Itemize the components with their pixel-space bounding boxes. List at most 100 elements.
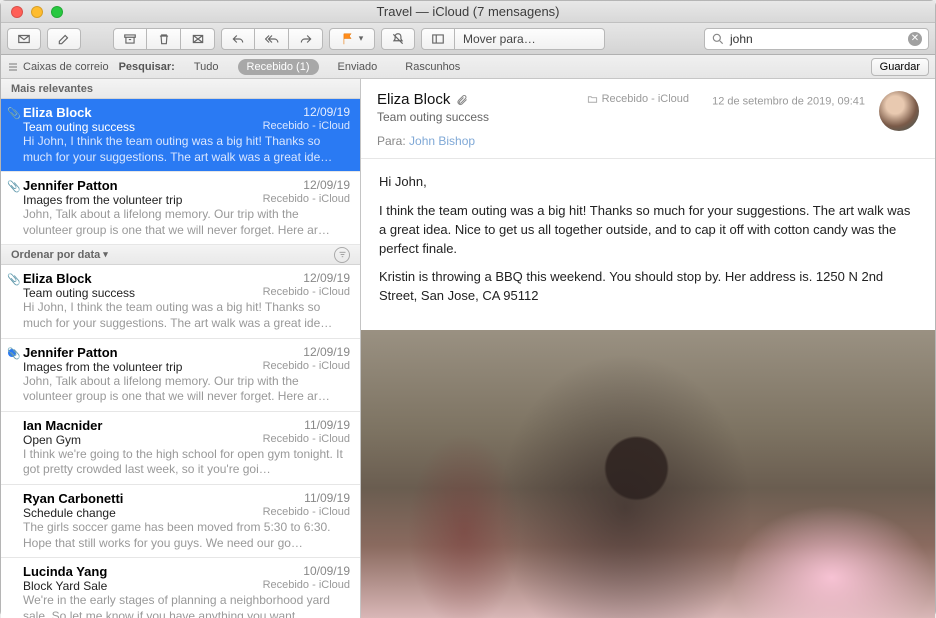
mailboxes-label: Caixas de correio: [23, 61, 109, 73]
body-paragraph: I think the team outing was a big hit! T…: [379, 202, 917, 259]
zoom-window-button[interactable]: [51, 6, 63, 18]
scope-bar: Caixas de correio Pesquisar: Tudo Recebi…: [1, 55, 935, 79]
message-row[interactable]: Ian Macnider11/09/19Open GymRecebido - i…: [1, 412, 360, 485]
message-sender: Eliza Block: [23, 271, 92, 286]
sidebar-toggle-button[interactable]: [421, 28, 455, 50]
minimize-window-button[interactable]: [31, 6, 43, 18]
message-row[interactable]: 📎Jennifer Patton12/09/19Images from the …: [1, 339, 360, 412]
message-row[interactable]: Lucinda Yang 10/09/19 Block Yard Sale Receb…: [1, 558, 360, 618]
flag-button[interactable]: ▾: [329, 28, 375, 50]
paperclip-icon: 📎: [7, 273, 21, 286]
clear-search-button[interactable]: ✕: [908, 32, 922, 46]
message-subject: Team outing success: [23, 286, 135, 300]
chevron-down-icon: ▾: [359, 33, 364, 44]
reader-timestamp: 12 de setembro de 2019, 09:41: [712, 96, 865, 108]
search-field[interactable]: john ✕: [704, 28, 929, 50]
message-row[interactable]: 📎Eliza Block 12/09/19 Team outing success R…: [1, 265, 360, 338]
message-folder: Recebido - iCloud: [263, 286, 350, 300]
message-sender: Jennifer Patton: [23, 345, 118, 360]
message-folder: Recebido - iCloud: [263, 120, 350, 134]
forward-button[interactable]: [289, 28, 323, 50]
reply-all-icon: [265, 32, 279, 46]
message-folder: Recebido - iCloud: [263, 193, 350, 207]
scope-drafts[interactable]: Rascunhos: [396, 59, 469, 75]
reply-icon: [231, 32, 245, 46]
sidebar-icon: [431, 32, 445, 46]
reader-body: Hi John, I think the team outing was a b…: [361, 159, 935, 330]
reply-button[interactable]: [221, 28, 255, 50]
message-date: 10/09/19: [303, 564, 350, 579]
save-search-button[interactable]: Guardar: [871, 58, 929, 76]
archive-button[interactable]: [113, 28, 147, 50]
message-date: 12/09/19: [303, 105, 350, 120]
forward-icon: [299, 32, 313, 46]
window-controls: [1, 6, 63, 18]
message-sender: Lucinda Yang: [23, 564, 107, 579]
get-mail-button[interactable]: [7, 28, 41, 50]
reply-all-button[interactable]: [255, 28, 289, 50]
message-subject: Images from the volunteer trip: [23, 193, 182, 207]
message-subject: Block Yard Sale: [23, 579, 107, 593]
archive-icon: [123, 32, 137, 46]
scope-inbox[interactable]: Recebido (1): [238, 59, 319, 75]
move-to-label: Mover para…: [463, 32, 536, 46]
reader-folder[interactable]: Recebido - iCloud: [587, 93, 689, 105]
message-row[interactable]: 📎Eliza Block12/09/19Team outing successR…: [1, 99, 360, 172]
message-folder: Recebido - iCloud: [263, 506, 350, 520]
move-to-dropdown[interactable]: Mover para…: [455, 28, 605, 50]
mailboxes-button[interactable]: Caixas de correio: [7, 61, 109, 73]
search-query: john: [730, 32, 753, 46]
filter-button[interactable]: [334, 247, 350, 263]
message-date: 12/09/19: [303, 178, 350, 193]
sort-button[interactable]: Ordenar por data ▾: [11, 249, 108, 261]
envelope-icon: [17, 32, 31, 46]
message-subject: Team outing success: [23, 120, 135, 134]
message-reader: Eliza Block Team outing success Recebido…: [361, 79, 935, 618]
section-sort-header: Ordenar por data ▾: [1, 245, 360, 265]
message-preview: We're in the early stages of planning a …: [23, 593, 350, 618]
message-subject: Open Gym: [23, 433, 81, 447]
attachment-image[interactable]: [361, 330, 935, 618]
message-preview: Hi John, I think the team outing was a b…: [23, 300, 350, 331]
message-preview: John, Talk about a lifelong memory. Our …: [23, 207, 350, 238]
scope-sent[interactable]: Enviado: [329, 59, 387, 75]
paperclip-icon: 📎: [7, 180, 21, 193]
titlebar: Travel — iCloud (7 mensagens): [1, 1, 935, 23]
message-folder: Recebido - iCloud: [263, 579, 350, 593]
body-paragraph: Kristin is throwing a BBQ this weekend. …: [379, 268, 917, 306]
message-folder: Recebido - iCloud: [263, 360, 350, 374]
delete-button[interactable]: [147, 28, 181, 50]
message-date: 11/09/19: [304, 418, 350, 433]
sender-avatar[interactable]: [879, 91, 919, 131]
junk-button[interactable]: [181, 28, 215, 50]
message-row[interactable]: 📎Jennifer Patton 12/09/19 Images from the …: [1, 172, 360, 245]
message-date: 11/09/19: [304, 491, 350, 506]
reader-recipient[interactable]: John Bishop: [409, 134, 475, 148]
chevron-down-icon: ▾: [103, 249, 108, 260]
message-subject: Schedule change: [23, 506, 116, 520]
message-row[interactable]: Ryan Carbonetti11/09/19Schedule changeRe…: [1, 485, 360, 558]
message-list: Mais relevantes 📎Eliza Block12/09/19Team…: [1, 79, 361, 618]
message-preview: Hi John, I think the team outing was a b…: [23, 134, 350, 165]
reader-meta: Recebido - iCloud 12 de setembro de 2019…: [587, 93, 865, 108]
message-sender: Jennifer Patton: [23, 178, 118, 193]
message-preview: I think we're going to the high school f…: [23, 447, 350, 478]
reader-subject: Team outing success: [377, 110, 919, 124]
folder-icon: [587, 94, 598, 105]
close-window-button[interactable]: [11, 6, 23, 18]
body-paragraph: Hi John,: [379, 173, 917, 192]
message-date: 12/09/19: [303, 271, 350, 286]
paperclip-icon: [456, 94, 468, 106]
reader-header: Eliza Block Team outing success Recebido…: [361, 79, 935, 159]
window-title: Travel — iCloud (7 mensagens): [376, 4, 559, 19]
mute-button[interactable]: [381, 28, 415, 50]
message-preview: John, Talk about a lifelong memory. Our …: [23, 374, 350, 405]
scope-all[interactable]: Tudo: [185, 59, 228, 75]
compose-icon: [57, 32, 71, 46]
compose-button[interactable]: [47, 28, 81, 50]
bell-slash-icon: [391, 32, 405, 46]
search-scope-label: Pesquisar:: [119, 61, 175, 73]
filter-icon: [338, 250, 347, 259]
reader-to-row: Para: John Bishop: [377, 134, 919, 148]
paperclip-icon: 📎: [7, 107, 21, 120]
